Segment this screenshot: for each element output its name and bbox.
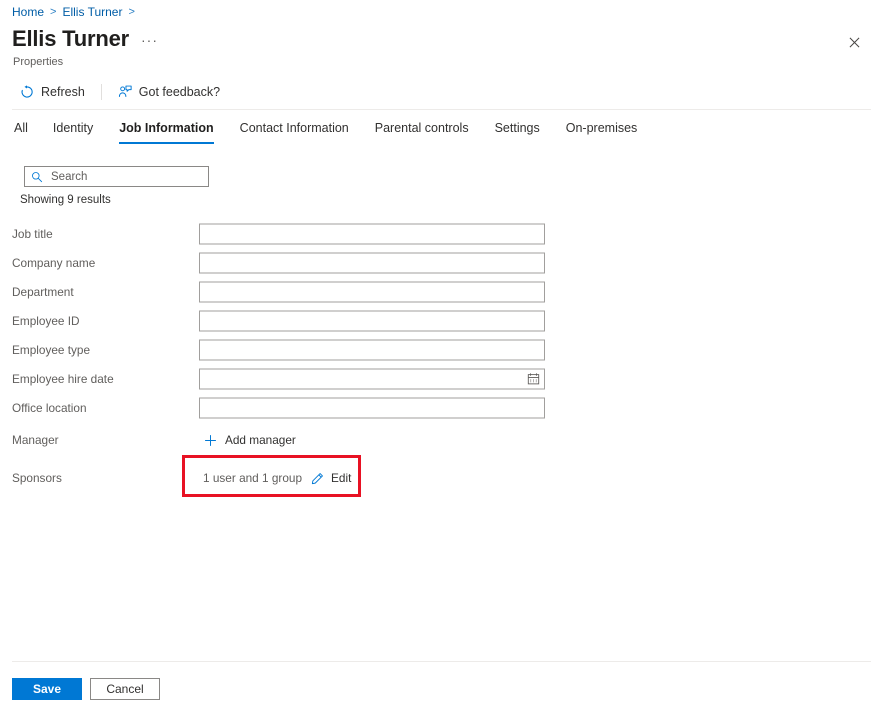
close-button[interactable] [843,31,865,53]
feedback-person-icon [118,85,132,98]
save-button[interactable]: Save [12,678,82,700]
tab-all[interactable]: All [12,120,40,144]
employee-type-input[interactable] [200,340,544,359]
refresh-button[interactable]: Refresh [12,80,93,104]
field-label: Department [12,284,74,299]
office-location-input[interactable] [200,398,544,417]
cancel-button[interactable]: Cancel [90,678,160,700]
results-count-text: Showing 9 results [20,194,111,206]
tab-on-premises[interactable]: On-premises [553,120,651,144]
field-row-employee-hire-date: Employee hire date [0,364,883,393]
department-input[interactable] [200,282,544,301]
more-options-icon[interactable]: ··· [141,33,158,52]
footer-divider [12,661,871,662]
command-bar-divider [100,84,102,100]
tab-parental-controls[interactable]: Parental controls [362,120,482,144]
field-row-employee-id: Employee ID [0,306,883,335]
sponsors-value-cell: 1 user and 1 group Edit [199,469,355,487]
employee-type-field[interactable] [199,339,545,360]
edit-sponsors-button[interactable]: Edit [311,471,351,485]
pencil-icon [311,472,323,484]
refresh-label: Refresh [41,85,85,99]
employee-id-field[interactable] [199,310,545,331]
tab-job-information[interactable]: Job Information [106,120,226,144]
page-title: Ellis Turner [12,26,129,51]
field-label: Employee hire date [12,371,114,386]
search-input[interactable] [51,170,202,183]
refresh-icon [21,85,33,98]
field-label: Company name [12,255,96,270]
calendar-button[interactable] [522,369,544,388]
field-row-office-location: Office location [0,393,883,422]
field-label: Office location [12,400,87,415]
employee-hire-date-field[interactable] [199,368,545,389]
got-feedback-label: Got feedback? [138,85,221,99]
add-manager-button[interactable]: Add manager [204,433,296,447]
field-row-sponsors: Sponsors 1 user and 1 group Edit [0,458,883,498]
breadcrumb: Home > Ellis Turner > [12,5,135,19]
tab-settings[interactable]: Settings [482,120,553,144]
tab-contact-information[interactable]: Contact Information [227,120,362,144]
field-row-employee-type: Employee type [0,335,883,364]
breadcrumb-item-ellis-turner[interactable]: Ellis Turner [62,5,122,19]
tab-identity[interactable]: Identity [40,120,106,144]
company-name-field[interactable] [199,252,545,273]
field-row-department: Department [0,277,883,306]
page-subtitle: Properties [13,56,64,68]
field-row-company-name: Company name [0,248,883,277]
search-box[interactable] [24,166,209,187]
page-title-row: Ellis Turner ··· [12,26,158,52]
breadcrumb-separator-icon: > [128,6,135,18]
field-label: Employee type [12,342,91,357]
job-title-input[interactable] [200,224,544,243]
breadcrumb-separator-icon: > [50,6,57,18]
search-icon [32,171,43,182]
plus-icon [204,434,217,446]
field-label: Sponsors [12,471,62,485]
edit-sponsors-label: Edit [331,471,352,485]
employee-hire-date-input[interactable] [200,369,522,388]
office-location-field[interactable] [199,397,545,418]
properties-panel: Home > Ellis Turner > Ellis Turner ··· P… [0,0,883,714]
company-name-input[interactable] [200,253,544,272]
calendar-icon [527,372,539,384]
sponsors-summary-text: 1 user and 1 group [203,471,303,485]
field-label: Manager [12,433,59,447]
command-bar-bottom-divider [12,109,871,110]
field-row-job-title: Job title [0,219,883,248]
add-manager-label: Add manager [225,433,296,447]
field-label: Job title [12,226,53,241]
breadcrumb-item-home[interactable]: Home [12,5,44,19]
footer-actions: Save Cancel [12,678,160,700]
employee-id-input[interactable] [200,311,544,330]
field-row-manager: Manager Add manager [0,422,883,458]
tab-bar: All Identity Job Information Contact Inf… [12,120,650,144]
department-field[interactable] [199,281,545,302]
field-label: Employee ID [12,313,80,328]
command-bar: Refresh Got feedback? [12,80,228,104]
got-feedback-button[interactable]: Got feedback? [110,80,228,104]
job-title-field[interactable] [199,223,545,244]
job-information-form: Job title Company name Department Employ… [0,219,883,498]
close-icon [849,37,859,47]
